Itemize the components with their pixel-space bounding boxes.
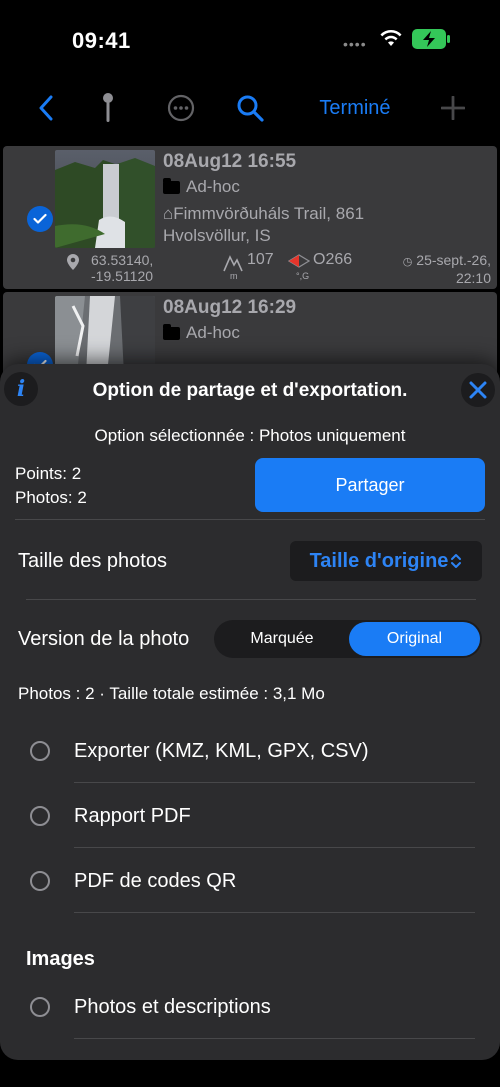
close-button[interactable] (461, 373, 495, 407)
photos-descriptions-radio[interactable] (30, 997, 50, 1017)
location-pin-icon (67, 254, 79, 270)
divider (74, 912, 475, 913)
pdf-report-radio[interactable] (30, 806, 50, 826)
divider (74, 1038, 475, 1039)
points-count: Points: 2 (15, 464, 82, 483)
photo-title: 08Aug12 16:55 (163, 151, 297, 172)
qr-pdf-radio[interactable] (30, 871, 50, 891)
wifi-icon (380, 30, 402, 46)
segment-original[interactable]: Original (349, 622, 480, 656)
folder-label: Ad-hoc (163, 323, 240, 343)
divider (74, 782, 475, 783)
qr-pdf-option-label[interactable]: PDF de codes QR (74, 870, 236, 893)
altitude: 107 m (223, 252, 274, 284)
photo-address: ⌂Fimmvörðuháls Trail, 861 Hvolsvöllur, IS (163, 204, 365, 245)
search-button[interactable] (234, 92, 266, 124)
photo-version-segmented-control: Marquée Original (214, 620, 482, 658)
clock-icon: ◷ (402, 256, 413, 268)
pdf-report-option-label[interactable]: Rapport PDF (74, 805, 191, 828)
close-icon (469, 381, 487, 399)
selected-check-icon[interactable] (27, 206, 53, 232)
photo-title: 08Aug12 16:29 (163, 297, 297, 318)
export-option-label[interactable]: Exporter (KMZ, KML, GPX, CSV) (74, 740, 369, 763)
status-time: 09:41 (72, 28, 131, 53)
divider (15, 519, 485, 520)
ellipsis-circle-icon (167, 94, 195, 122)
photo-thumbnail (55, 150, 155, 248)
search-icon (237, 95, 264, 122)
photos-count: Photos: 2 (15, 488, 87, 507)
coordinates: 63.53140, -19.51120 (67, 252, 153, 284)
mountain-icon (223, 255, 243, 272)
list-item[interactable]: 08Aug12 16:55 Ad-hoc ⌂Fimmvörðuháls Trai… (3, 146, 497, 289)
status-bar: 09:41 •••• (0, 0, 500, 80)
toolbar: Terminé (0, 80, 500, 136)
sheet-title: Option de partage et d'exportation. (92, 380, 408, 401)
add-button[interactable] (439, 92, 467, 124)
pin-button[interactable] (98, 92, 118, 124)
share-export-sheet: i Option de partage et d'exportation. Op… (0, 364, 500, 1060)
segment-marked[interactable]: Marquée (216, 622, 348, 656)
pin-icon (103, 93, 113, 122)
more-button[interactable] (166, 92, 196, 124)
back-button[interactable] (34, 92, 58, 124)
share-button[interactable]: Partager (255, 458, 485, 512)
photos-descriptions-option-label[interactable]: Photos et descriptions (74, 996, 271, 1019)
compass-icon (288, 254, 310, 268)
images-section-header: Images (26, 948, 95, 970)
folder-label: Ad-hoc (163, 177, 240, 197)
folder-icon (163, 323, 180, 340)
photo-size-label: Taille des photos (18, 550, 167, 572)
signal-dots-icon: •••• (343, 36, 367, 52)
battery-charging-icon (412, 29, 450, 49)
selection-stats: Points: 2 Photos: 2 (15, 462, 87, 510)
divider (74, 847, 475, 848)
selected-option-text: Option sélectionnée : Photos uniquement (94, 426, 406, 445)
folder-icon (163, 177, 180, 194)
chevron-left-icon (39, 95, 53, 121)
photo-size-select[interactable]: Taille d'origine (290, 541, 482, 581)
plus-icon (441, 96, 465, 120)
photo-size-value: Taille d'origine (309, 549, 449, 572)
divider (26, 599, 476, 600)
export-radio[interactable] (30, 741, 50, 761)
chevron-up-down-icon (451, 554, 462, 568)
photo-version-label: Version de la photo (18, 628, 190, 650)
size-estimate: Photos : 2 · Taille totale estimée : 3,1… (18, 684, 325, 703)
heading: O266 °,G (288, 252, 352, 284)
capture-date: ◷ 25-sept.-26, 22:10 (402, 252, 491, 286)
done-button[interactable]: Terminé (300, 92, 410, 124)
